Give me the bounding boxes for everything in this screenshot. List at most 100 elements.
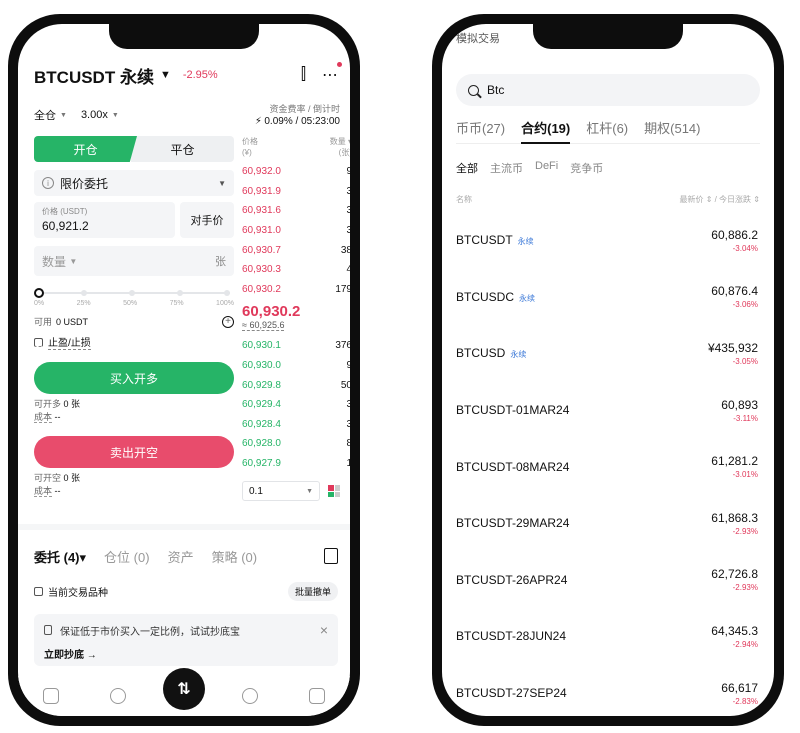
price-block: 66,617 -2.83% <box>721 681 758 706</box>
book-price: 60,927.9 <box>242 458 281 470</box>
chevron-down-icon[interactable]: ▼ <box>160 69 171 81</box>
list-item[interactable]: BTCUSDT-27SEP24 66,617 -2.83% <box>456 665 758 716</box>
order-book-header: 价格(¥) 数量 ▾(张) <box>242 137 350 157</box>
tab-open[interactable]: 开仓 <box>34 136 137 162</box>
book-qty: 50 <box>340 379 350 391</box>
quantity-slider[interactable] <box>34 288 234 298</box>
counterparty-price-button[interactable]: 对手价 <box>180 202 234 238</box>
daily-change: -2.83% <box>732 696 758 706</box>
promo-link[interactable]: 立即抄底 → <box>44 646 328 661</box>
close-icon[interactable]: × <box>320 622 328 638</box>
list-item[interactable]: BTCUSDT-26APR24 62,726.8 -2.93% <box>456 552 758 609</box>
price-block: 60,893 -3.11% <box>721 398 758 423</box>
market-icon[interactable] <box>109 688 126 704</box>
bid-row[interactable]: 60,930.1 376 <box>242 336 350 356</box>
depth-step-select[interactable]: 0.1 ▼ <box>242 481 320 502</box>
list-item[interactable]: BTCUSDC 永续 60,876.4 -3.06% <box>456 269 758 326</box>
ask-row[interactable]: 60,932.0 9 <box>242 162 350 182</box>
book-qty: 179 <box>335 283 350 295</box>
sell-open-short-button[interactable]: 卖出开空 <box>34 436 234 468</box>
phone-notch <box>109 24 259 49</box>
list-item[interactable]: BTCUSDT-08MAR24 61,281.2 -3.01% <box>456 438 758 495</box>
subtab-all[interactable]: 全部 <box>456 160 478 176</box>
subtab-defi[interactable]: DeFi <box>535 160 558 176</box>
book-price: 60,930.0 <box>242 360 281 372</box>
tab-spot[interactable]: 币币(27) <box>456 118 505 143</box>
market-tabs: 币币(27) 合约(19) 杠杆(6) 期权(514) <box>456 118 760 144</box>
book-qty: 8 <box>346 438 350 450</box>
list-header: 名称 最新价 ⇕ / 今日涨跌 ⇕ <box>456 194 760 205</box>
checkbox[interactable] <box>34 587 43 596</box>
subtab-alt[interactable]: 竞争币 <box>570 160 603 176</box>
order-history-icon[interactable] <box>324 548 338 564</box>
last-price: 64,345.3 <box>711 623 758 638</box>
book-price: 60,931.0 <box>242 225 281 237</box>
tab-assets[interactable]: 资产 <box>168 547 194 566</box>
left-phone-frame: BTCUSDT 永续 ▼ -2.95% ⫿ ⋯ 全仓 ▼ 3.00x ▼ 资金费率 … <box>8 14 360 726</box>
daily-change: -3.11% <box>733 413 758 423</box>
book-qty: 3 <box>346 225 350 237</box>
funding-rate: 资金费率 / 倒计时 ⚡ 0.09% / 05:23:00 <box>254 103 340 127</box>
list-item[interactable]: BTCUSD 永续 ¥435,932 -3.05% <box>456 325 758 382</box>
ask-row[interactable]: 60,931.6 3 <box>242 201 350 221</box>
order-type-select[interactable]: i 限价委托 ▼ <box>34 170 234 196</box>
ask-row[interactable]: 60,931.0 3 <box>242 221 350 241</box>
checkbox[interactable] <box>34 337 43 347</box>
margin-mode-select[interactable]: 全仓 ▼ <box>34 107 67 123</box>
price-input[interactable]: 价格 (USDT) 60,921.2 <box>34 202 175 238</box>
tab-orders[interactable]: 委托 (4)▾ <box>34 547 86 566</box>
ask-row[interactable]: 60,930.7 38 <box>242 240 350 260</box>
bid-row[interactable]: 60,929.4 3 <box>242 395 350 415</box>
add-funds-icon[interactable]: + <box>222 315 234 328</box>
batch-cancel-button[interactable]: 批量撤单 <box>287 582 338 601</box>
more-menu-icon[interactable]: ⋯ <box>322 62 342 85</box>
book-qty: 3 <box>346 399 350 411</box>
subtab-major[interactable]: 主流币 <box>490 160 523 176</box>
last-price: 60,893 <box>721 397 758 412</box>
home-icon[interactable] <box>43 688 60 704</box>
trade-swap-icon[interactable]: ⇅ <box>163 668 205 710</box>
ask-row[interactable]: 60,930.2 179 <box>242 280 350 300</box>
perpetual-tag: 永续 <box>519 293 536 303</box>
list-item[interactable]: BTCUSDT 永续 60,886.2 -3.04% <box>456 212 758 269</box>
bid-row[interactable]: 60,927.9 1 <box>242 454 350 474</box>
depth-view-icon[interactable] <box>328 485 340 498</box>
promo-banner: 保证低于市价买入一定比例，试试抄底宝 × 立即抄底 → <box>34 614 338 666</box>
quantity-input[interactable]: 数量 ▼ 张 <box>34 246 234 276</box>
ask-row[interactable]: 60,930.3 4 <box>242 260 350 280</box>
book-qty: 376 <box>335 340 350 352</box>
slider-handle[interactable] <box>34 288 44 298</box>
discover-icon[interactable] <box>242 688 259 704</box>
ask-row[interactable]: 60,931.9 3 <box>242 182 350 202</box>
wallet-icon[interactable] <box>308 688 325 704</box>
bid-row[interactable]: 60,928.0 8 <box>242 434 350 454</box>
available-balance: 可用 0 USDT + <box>34 315 234 328</box>
list-item[interactable]: BTCUSDT-01MAR24 60,893 -3.11% <box>456 382 758 439</box>
price-block: 61,868.3 -2.93% <box>711 511 758 536</box>
tab-positions[interactable]: 仓位 (0) <box>104 547 150 566</box>
info-icon[interactable]: i <box>42 177 54 189</box>
chevron-down-icon: ▼ <box>111 111 119 119</box>
sort-header[interactable]: 最新价 ⇕ / 今日涨跌 ⇕ <box>679 194 760 205</box>
bid-row[interactable]: 60,928.4 3 <box>242 415 350 435</box>
leverage-select[interactable]: 3.00x ▼ <box>81 109 119 121</box>
search-input[interactable]: Btc <box>456 74 760 106</box>
candlestick-chart-icon[interactable]: ⫿ <box>301 66 306 84</box>
buy-open-long-button[interactable]: 买入开多 <box>34 362 234 394</box>
tab-strategies[interactable]: 策略 (0) <box>212 547 258 566</box>
list-item[interactable]: BTCUSDT-29MAR24 61,868.3 -2.93% <box>456 495 758 552</box>
bid-row[interactable]: 60,929.8 50 <box>242 375 350 395</box>
tab-options[interactable]: 期权(514) <box>644 118 700 143</box>
tpsl-checkbox[interactable]: 止盈/止损 <box>34 334 234 350</box>
tab-futures[interactable]: 合约(19) <box>521 118 571 144</box>
tab-close[interactable]: 平仓 <box>131 136 234 162</box>
last-price[interactable]: 60,930.2 <box>242 303 350 320</box>
price-block: ¥435,932 -3.05% <box>708 341 758 366</box>
tab-margin[interactable]: 杠杆(6) <box>586 118 628 143</box>
daily-change: -2.93% <box>732 526 758 536</box>
pair-selector[interactable]: BTCUSDT 永续 <box>34 63 154 88</box>
last-price: 62,726.8 <box>711 567 758 582</box>
list-item[interactable]: BTCUSDT-28JUN24 64,345.3 -2.94% <box>456 608 758 665</box>
daily-change: -2.93% <box>732 583 758 593</box>
bid-row[interactable]: 60,930.0 9 <box>242 356 350 376</box>
